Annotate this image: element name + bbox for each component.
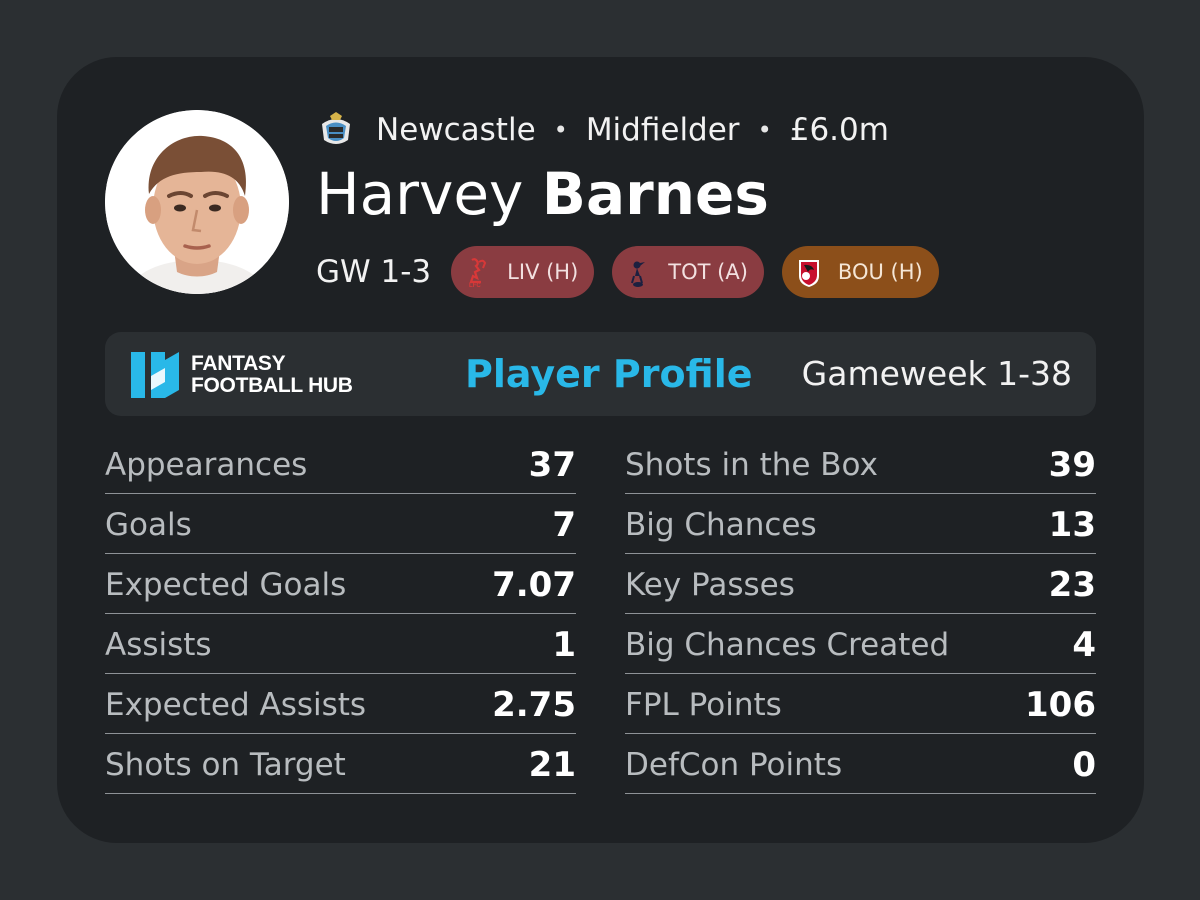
- player-meta: Newcastle • Midfielder • £6.0m: [316, 108, 889, 152]
- brand-line2: FOOTBALL HUB: [191, 374, 353, 397]
- fantasy-football-hub-logo-icon: [131, 352, 179, 398]
- stat-row: DefCon Points 0: [625, 734, 1096, 794]
- stat-label: Appearances: [105, 446, 308, 483]
- fixture-pill-tot: TOT (A): [612, 246, 764, 298]
- brand-line1: FANTASY: [191, 352, 286, 375]
- meta-separator: •: [553, 116, 568, 144]
- stat-value: 21: [528, 744, 576, 785]
- stat-value: 106: [1025, 684, 1096, 725]
- brand-name: FANTASY FOOTBALL HUB: [191, 353, 353, 397]
- stat-value: 0: [1072, 744, 1096, 785]
- stat-value: 7.07: [492, 564, 576, 605]
- stat-row: FPL Points 106: [625, 674, 1096, 734]
- stat-label: Big Chances Created: [625, 626, 950, 663]
- bournemouth-crest-icon: [798, 260, 819, 287]
- stat-row: Goals 7: [105, 494, 576, 554]
- tottenham-crest-icon: [631, 261, 646, 287]
- fixtures-gw-label: GW 1-3: [316, 254, 432, 290]
- stat-value: 2.75: [492, 684, 576, 725]
- stat-label: Key Passes: [625, 566, 795, 603]
- stat-value: 37: [528, 444, 576, 485]
- fixture-pill-liv: LFC LIV (H): [451, 246, 595, 298]
- stat-label: Shots on Target: [105, 746, 346, 783]
- player-price: £6.0m: [789, 112, 889, 148]
- stat-value: 1: [552, 624, 576, 665]
- stat-label: DefCon Points: [625, 746, 843, 783]
- fixture-text: BOU (H): [837, 260, 923, 284]
- club-name: Newcastle: [376, 112, 536, 148]
- stat-row: Assists 1: [105, 614, 576, 674]
- stat-row: Big Chances 13: [625, 494, 1096, 554]
- stat-label: FPL Points: [625, 686, 782, 723]
- meta-separator: •: [757, 116, 772, 144]
- stat-label: Goals: [105, 506, 192, 543]
- stats-column-left: Appearances 37 Goals 7 Expected Goals 7.…: [105, 434, 576, 794]
- player-avatar: [105, 110, 289, 294]
- stat-label: Expected Goals: [105, 566, 347, 603]
- fixture-pill-bou: BOU (H): [781, 246, 939, 298]
- stat-value: 39: [1048, 444, 1096, 485]
- stat-value: 7: [552, 504, 576, 545]
- stat-label: Assists: [105, 626, 212, 663]
- profile-banner: FANTASY FOOTBALL HUB Player Profile Game…: [105, 332, 1096, 416]
- fixture-text: LIV (H): [507, 260, 579, 284]
- stat-row: Shots on Target 21: [105, 734, 576, 794]
- stat-row: Big Chances Created 4: [625, 614, 1096, 674]
- player-last-name: Barnes: [541, 160, 769, 228]
- stat-row: Expected Assists 2.75: [105, 674, 576, 734]
- stat-value: 23: [1048, 564, 1096, 605]
- fixture-text: TOT (A): [668, 260, 748, 284]
- player-photo: [105, 110, 289, 294]
- stat-row: Appearances 37: [105, 434, 576, 494]
- liverpool-crest-icon: LFC: [469, 258, 487, 288]
- player-first-name: Harvey: [316, 160, 524, 228]
- stat-value: 4: [1072, 624, 1096, 665]
- stat-row: Key Passes 23: [625, 554, 1096, 614]
- stat-label: Shots in the Box: [625, 446, 878, 483]
- stats-column-right: Shots in the Box 39 Big Chances 13 Key P…: [625, 434, 1096, 794]
- stat-value: 13: [1048, 504, 1096, 545]
- gameweek-range: Gameweek 1-38: [801, 354, 1072, 393]
- newcastle-crest-icon: [322, 112, 350, 144]
- brand-logo: FANTASY FOOTBALL HUB: [129, 350, 353, 400]
- stat-label: Big Chances: [625, 506, 817, 543]
- svg-text:LFC: LFC: [469, 283, 481, 288]
- banner-title: Player Profile: [465, 352, 753, 396]
- fixtures-row: GW 1-3 LFC LIV (H) TOT (A) BOU (H): [316, 246, 957, 298]
- player-name: Harvey Barnes: [316, 158, 769, 230]
- stat-row: Shots in the Box 39: [625, 434, 1096, 494]
- stat-row: Expected Goals 7.07: [105, 554, 576, 614]
- player-position: Midfielder: [585, 112, 740, 148]
- stat-label: Expected Assists: [105, 686, 367, 723]
